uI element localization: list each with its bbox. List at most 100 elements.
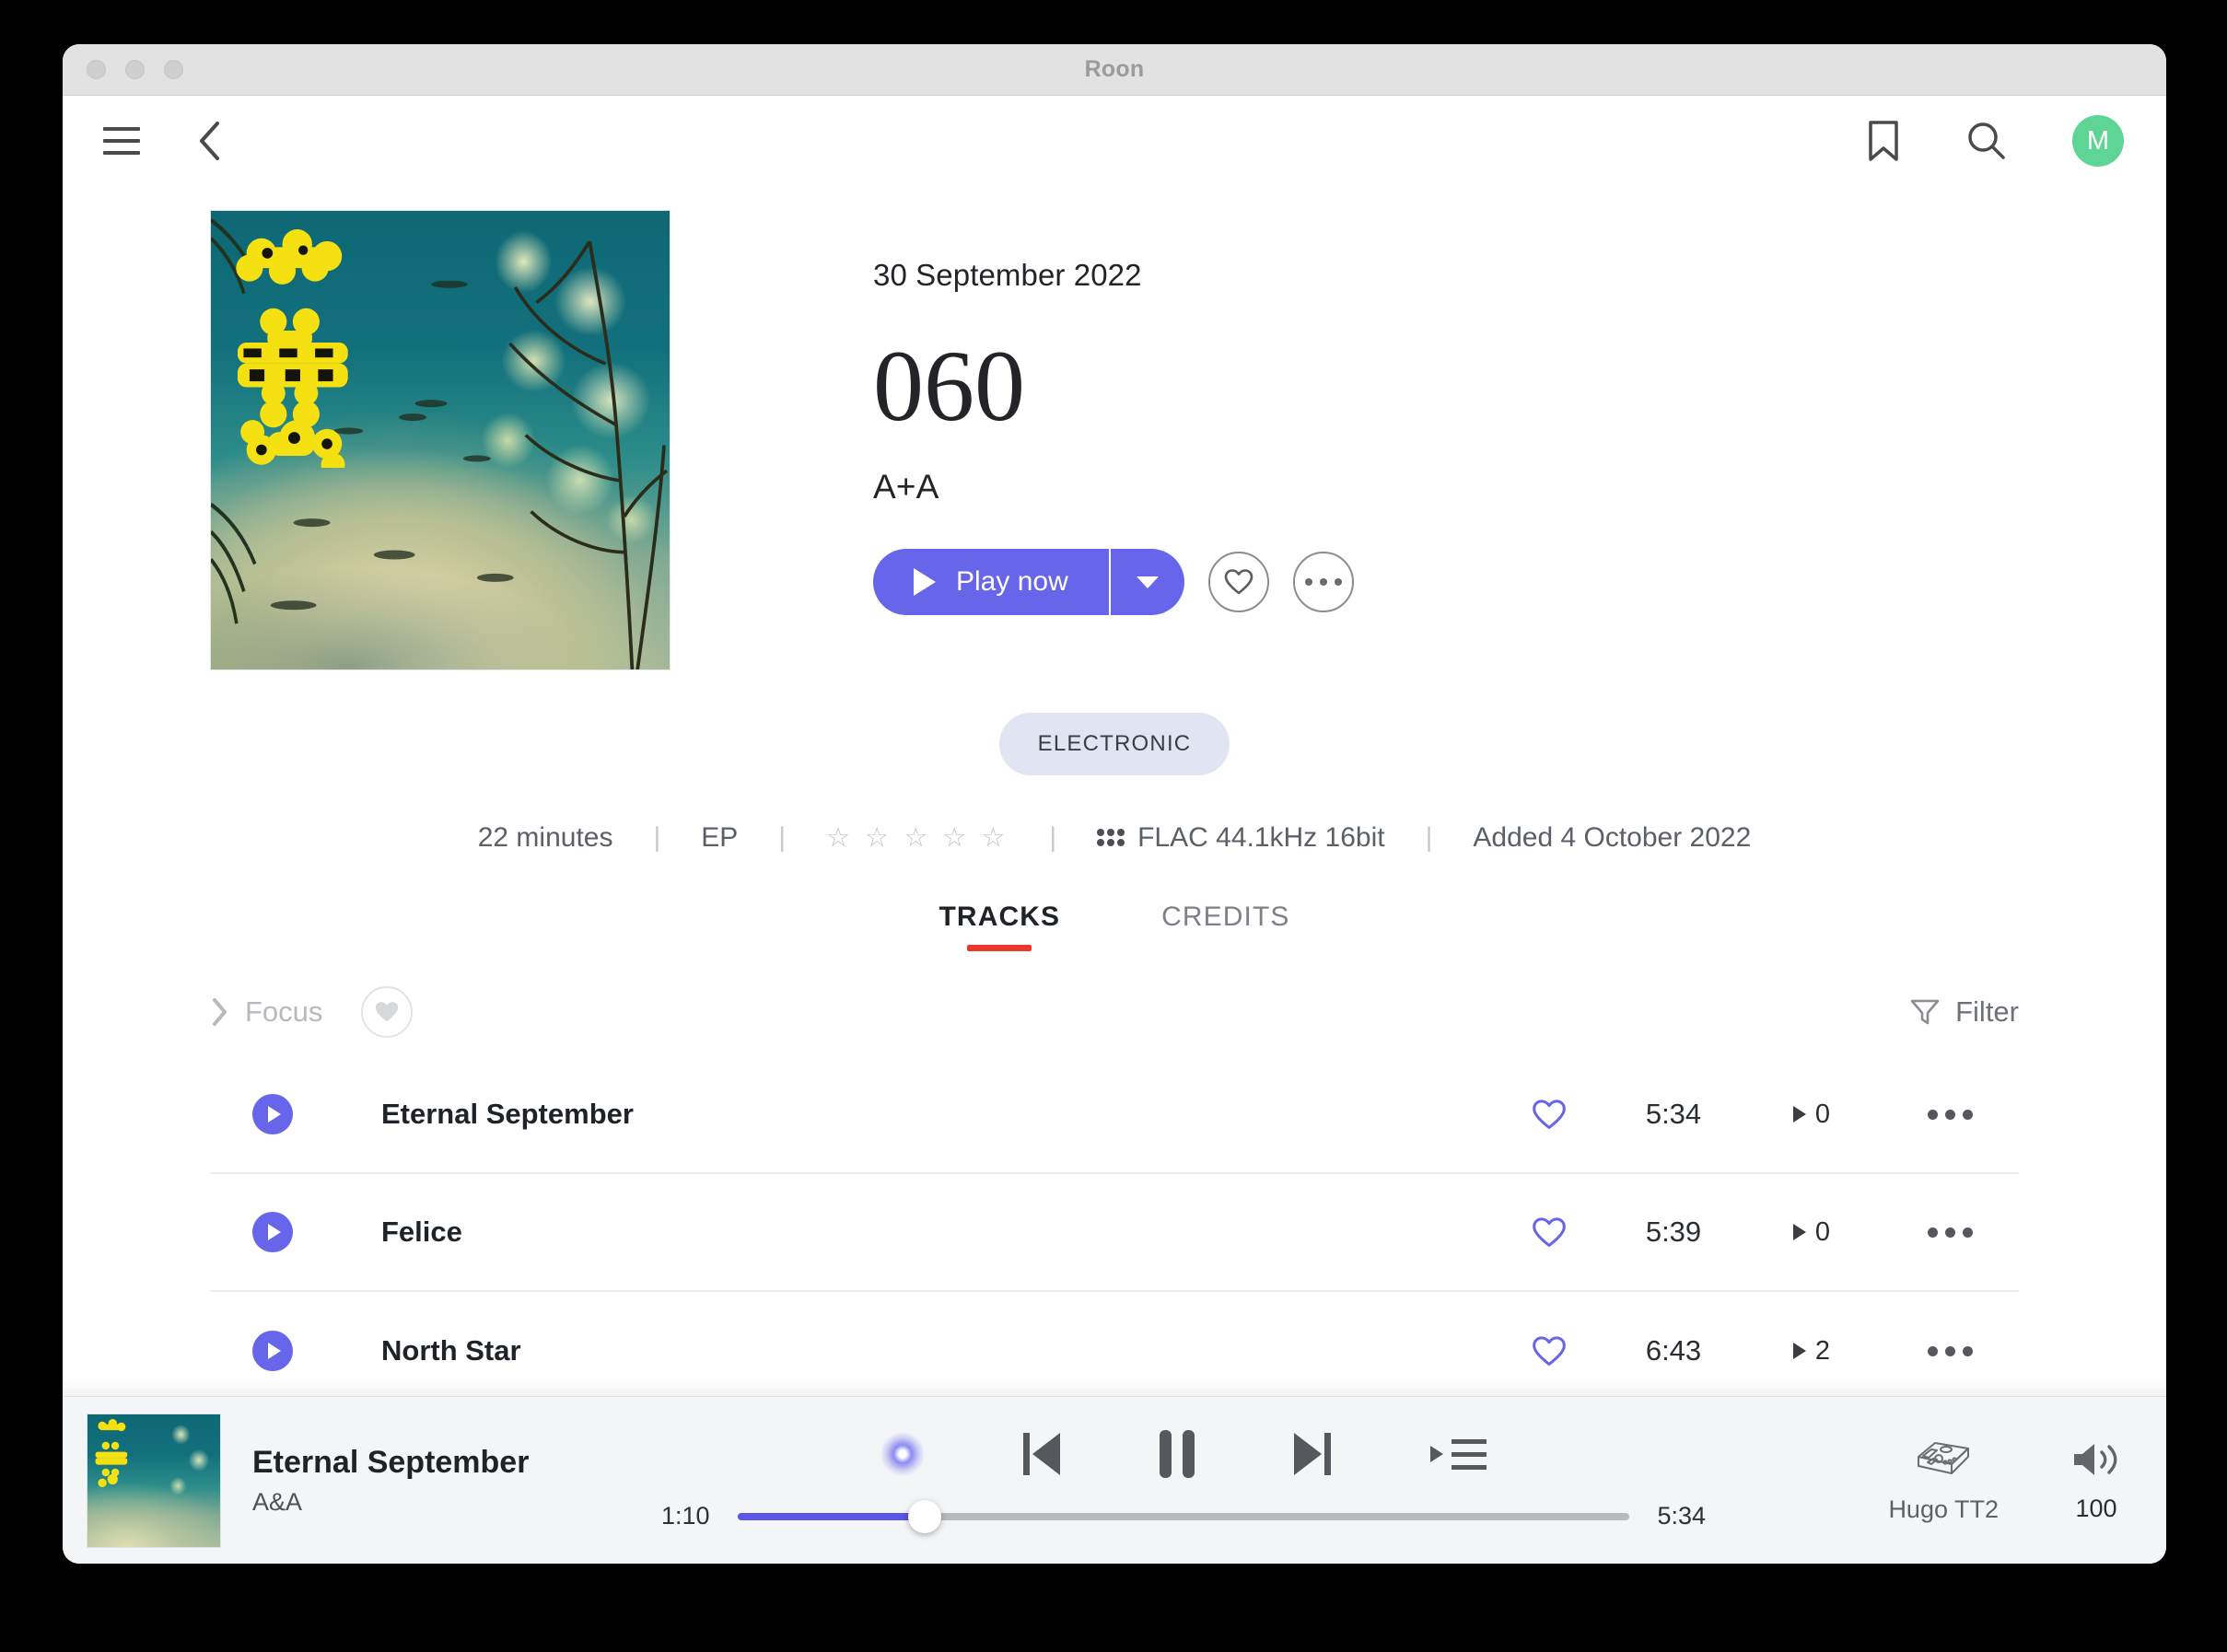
- total-time: 5:34: [1657, 1502, 1707, 1530]
- ellipsis-icon: [1304, 578, 1342, 586]
- track-more-options-button[interactable]: [1881, 1227, 2019, 1238]
- tab-credits[interactable]: CREDITS: [1161, 902, 1289, 951]
- track-more-options-button[interactable]: [1881, 1345, 2019, 1356]
- play-icon: [914, 568, 936, 596]
- filter-label: Filter: [1955, 995, 2019, 1028]
- play-now-label: Play now: [956, 566, 1068, 597]
- page-title: 060: [873, 330, 1025, 442]
- track-play-count-value: 0: [1814, 1099, 1831, 1129]
- avatar[interactable]: M: [2072, 115, 2124, 167]
- desktop-backdrop: Roon M 30 September 2022 060 A+A Play no…: [0, 0, 2227, 1652]
- cover-glyph-marks: [95, 1419, 127, 1488]
- track-play-count: 0: [1743, 1217, 1881, 1248]
- table-row[interactable]: North Star 6:43 2: [210, 1292, 2019, 1396]
- play-now-button[interactable]: Play now: [873, 549, 1111, 615]
- bookmark-icon[interactable]: [1866, 120, 1901, 162]
- funnel-icon: [1910, 999, 1940, 1025]
- queue-icon[interactable]: [1429, 1438, 1487, 1470]
- track-favorite-button[interactable]: [1494, 1099, 1604, 1131]
- heart-outline-icon: [1533, 1099, 1566, 1129]
- track-title: North Star: [381, 1334, 521, 1367]
- top-navigation-bar: M: [63, 96, 2166, 186]
- ellipsis-icon: [1927, 1109, 1973, 1120]
- player-right: Hugo TT2 100: [1888, 1437, 2124, 1524]
- album-release-date: 30 September 2022: [873, 258, 1142, 292]
- chevron-down-icon: [1136, 576, 1159, 588]
- audio-device-icon: [1918, 1442, 1970, 1474]
- track-duration: 5:34: [1645, 1098, 1702, 1130]
- zone-name: Hugo TT2: [1888, 1495, 1999, 1523]
- window-titlebar: Roon: [63, 44, 2166, 96]
- track-play-button[interactable]: [252, 1331, 293, 1371]
- tracks-list: Eternal September 5:34 0 Felice 5:39 0 N…: [63, 1056, 2166, 1396]
- track-play-button[interactable]: [252, 1094, 293, 1134]
- album-header: 30 September 2022 060 A+A Play now: [63, 186, 2166, 670]
- album-cover-art[interactable]: [210, 210, 670, 670]
- album-info-line: 22 minutes | EP | ☆ ☆ ☆ ☆ ☆ | FLAC 44.1k…: [63, 821, 2166, 854]
- transport-controls: [634, 1430, 1733, 1478]
- zone-selector[interactable]: Hugo TT2: [1888, 1437, 1999, 1524]
- divider: |: [1049, 821, 1057, 853]
- heart-outline-icon: [1224, 569, 1253, 595]
- skip-previous-icon[interactable]: [1022, 1433, 1060, 1475]
- elapsed-time: 1:10: [660, 1502, 710, 1530]
- player-bar: Eternal September A&A 1:10 5:34 Hugo TT2…: [63, 1396, 2166, 1564]
- divider: |: [1425, 821, 1433, 853]
- chevron-left-icon[interactable]: [197, 120, 223, 162]
- window-title: Roon: [1084, 56, 1145, 82]
- ellipsis-icon: [1927, 1345, 1973, 1356]
- cover-glyph-marks: [236, 228, 348, 468]
- album-actions: Play now: [873, 549, 2166, 615]
- focus-label: Focus: [245, 995, 323, 1028]
- track-play-count-value: 2: [1814, 1335, 1831, 1366]
- skip-next-icon[interactable]: [1293, 1433, 1331, 1475]
- genre-badge[interactable]: ELECTRONIC: [998, 713, 1230, 775]
- heart-filled-icon: [376, 1002, 399, 1022]
- search-icon[interactable]: [1965, 120, 2008, 162]
- volume-control[interactable]: 100: [2069, 1437, 2124, 1523]
- album-format: FLAC 44.1kHz 16bit: [1137, 821, 1385, 853]
- album-added-date: Added 4 October 2022: [1473, 821, 1752, 853]
- speaker-icon: [2074, 1444, 2117, 1475]
- track-favorite-button[interactable]: [1494, 1216, 1604, 1249]
- table-row[interactable]: Felice 5:39 0: [210, 1174, 2019, 1292]
- divider: |: [778, 821, 787, 853]
- track-favorite-button[interactable]: [1494, 1335, 1604, 1367]
- pause-icon[interactable]: [1159, 1430, 1195, 1478]
- now-playing-artist: A&A: [252, 1487, 303, 1516]
- now-playing-info[interactable]: Eternal September A&A: [87, 1413, 602, 1548]
- track-duration: 6:43: [1645, 1334, 1702, 1367]
- player-center: 1:10 5:34: [634, 1397, 1733, 1564]
- heart-outline-icon: [1533, 1216, 1566, 1247]
- play-options-dropdown[interactable]: [1111, 549, 1184, 615]
- track-play-button[interactable]: [252, 1212, 293, 1252]
- track-title: Eternal September: [381, 1098, 634, 1130]
- volume-value: 100: [2075, 1495, 2117, 1522]
- filter-button[interactable]: Filter: [1909, 995, 2019, 1029]
- track-play-count: 2: [1743, 1336, 1881, 1367]
- ellipsis-icon: [1927, 1227, 1973, 1238]
- now-playing-title: Eternal September: [252, 1444, 530, 1480]
- play-icon: [1792, 1106, 1806, 1123]
- play-button-group: Play now: [873, 549, 1184, 615]
- album-artist[interactable]: A+A: [873, 468, 2166, 506]
- status-badge[interactable]: ☆ ☆ ☆ ☆ ☆: [806, 821, 1029, 854]
- album-detail-content: 30 September 2022 060 A+A Play now ELECT…: [63, 186, 2166, 1396]
- tab-tracks[interactable]: TRACKS: [939, 902, 1061, 951]
- album-more-options-button[interactable]: [1292, 552, 1354, 612]
- seek-handle[interactable]: [907, 1499, 941, 1533]
- album-tabs: TRACKS CREDITS: [63, 902, 2166, 951]
- table-row[interactable]: Eternal September 5:34 0: [210, 1056, 2019, 1174]
- progress-row: 1:10 5:34: [634, 1499, 1733, 1533]
- favorites-filter-button[interactable]: [361, 986, 414, 1038]
- chevron-right-icon: [213, 998, 227, 1026]
- roon-radio-icon[interactable]: [880, 1433, 924, 1475]
- favorite-album-button[interactable]: [1207, 552, 1269, 612]
- now-playing-cover[interactable]: [87, 1413, 221, 1548]
- seek-slider[interactable]: [737, 1499, 1630, 1533]
- focus-button[interactable]: Focus: [210, 995, 322, 1029]
- hamburger-icon[interactable]: [103, 127, 140, 155]
- track-more-options-button[interactable]: [1881, 1109, 2019, 1120]
- avatar-initial: M: [2086, 125, 2110, 156]
- divider: |: [653, 821, 661, 853]
